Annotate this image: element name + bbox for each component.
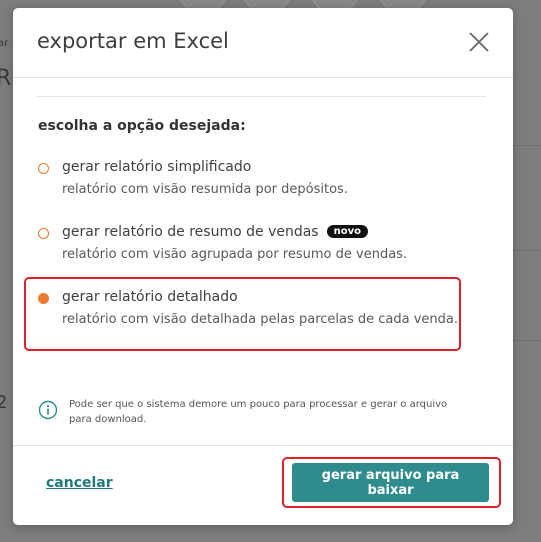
- background-divider: [513, 145, 541, 146]
- radio-button[interactable]: [38, 163, 49, 174]
- section-label: escolha a opção desejada:: [38, 118, 246, 134]
- radio-button[interactable]: [38, 228, 49, 239]
- close-button[interactable]: [466, 29, 492, 55]
- background-divider: [513, 250, 541, 251]
- option-title: gerar relatório simplificado: [62, 159, 252, 175]
- export-excel-modal: exportar em Excel escolha a opção deseja…: [13, 8, 513, 525]
- highlight-submit-button: [282, 457, 501, 508]
- footer-divider: [13, 445, 513, 446]
- new-badge: novo: [326, 225, 368, 238]
- background-text: R: [0, 66, 12, 91]
- close-icon: [469, 32, 489, 52]
- info-icon: [38, 400, 58, 420]
- option-description: relatório com visão agrupada por resumo …: [62, 247, 408, 262]
- modal-title: exportar em Excel: [37, 29, 229, 53]
- background-divider: [513, 340, 541, 341]
- section-divider: [36, 96, 486, 97]
- option-title-wrap: gerar relatório de resumo de vendas novo: [62, 224, 368, 240]
- background-text: 2: [0, 392, 8, 413]
- header-divider: [13, 77, 513, 78]
- info-message: Pode ser que o sistema demore um pouco p…: [69, 399, 448, 425]
- option-title: gerar relatório de resumo de vendas: [62, 224, 319, 240]
- cancel-link[interactable]: cancelar: [46, 475, 113, 491]
- option-description: relatório com visão resumida por depósit…: [62, 182, 348, 197]
- background-text: ar: [0, 38, 9, 49]
- highlight-selected-option: [24, 277, 461, 351]
